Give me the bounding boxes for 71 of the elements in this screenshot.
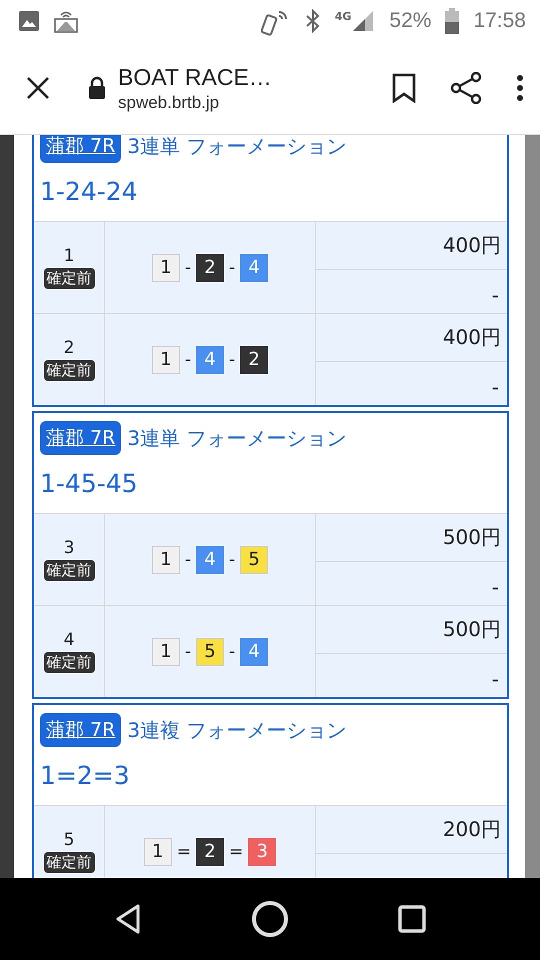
status-badge: 確定前 xyxy=(44,852,94,873)
bluetooth-icon xyxy=(304,9,321,33)
boat-number: 4 xyxy=(196,346,224,374)
boat-number: 5 xyxy=(196,638,224,666)
cast-icon xyxy=(54,9,78,33)
payout: - xyxy=(492,283,499,307)
close-icon[interactable] xyxy=(26,76,50,100)
separator: - xyxy=(229,350,236,370)
status-badge: 確定前 xyxy=(44,360,94,381)
boat-number: 5 xyxy=(240,546,268,574)
bet-amount: 400円 xyxy=(442,324,501,351)
separator: = xyxy=(229,842,244,862)
separator: - xyxy=(229,258,236,278)
bet-combination: 1=2=3 xyxy=(40,761,131,790)
separator: - xyxy=(184,642,191,662)
boat-number: 2 xyxy=(196,254,224,282)
boat-number: 2 xyxy=(240,346,268,374)
boat-number: 1 xyxy=(152,254,180,282)
recents-icon[interactable] xyxy=(398,905,426,933)
image-icon xyxy=(18,10,40,32)
bet-combination: 1-24-24 xyxy=(40,177,139,206)
battery-icon xyxy=(445,8,460,34)
home-icon[interactable] xyxy=(250,900,289,938)
row-number: 2 xyxy=(64,338,74,358)
boat-number: 3 xyxy=(248,838,276,866)
bet-amount: 200円 xyxy=(442,816,501,843)
separator: = xyxy=(176,842,191,862)
page-title: BOAT RACE… xyxy=(118,64,273,90)
separator: - xyxy=(229,642,236,662)
separator: - xyxy=(184,350,191,370)
network-label: 4G xyxy=(334,10,352,23)
bet-combination: 1-45-45 xyxy=(40,469,139,498)
payout: - xyxy=(492,667,499,691)
race-link[interactable]: 蒲郡 7R xyxy=(40,421,122,455)
boat-number: 4 xyxy=(196,546,224,574)
boat-number: 1 xyxy=(152,346,180,374)
lock-icon xyxy=(88,76,106,100)
status-badge: 確定前 xyxy=(44,560,94,581)
bet-amount: 500円 xyxy=(442,616,501,643)
row-number: 3 xyxy=(64,538,74,558)
clock: 17:58 xyxy=(473,9,526,33)
boat-number: 1 xyxy=(152,638,180,666)
page-url: spweb.brtb.jp xyxy=(118,92,220,112)
boat-number: 2 xyxy=(196,838,224,866)
share-icon[interactable] xyxy=(450,72,482,104)
bookmark-icon[interactable] xyxy=(392,73,416,103)
boat-number: 1 xyxy=(152,546,180,574)
race-link[interactable]: 蒲郡 7R xyxy=(40,135,122,163)
payout: - xyxy=(492,375,499,399)
separator: - xyxy=(229,550,236,570)
bet-type: 3連単 フォーメーション xyxy=(127,135,346,160)
bet-type: 3連複 フォーメーション xyxy=(127,716,346,744)
menu-icon[interactable] xyxy=(516,74,524,102)
row-number: 1 xyxy=(64,246,74,266)
row-number: 4 xyxy=(64,630,74,650)
separator: - xyxy=(184,258,191,278)
bet-type: 3連単 フォーメーション xyxy=(127,424,346,452)
separator: - xyxy=(184,550,191,570)
status-badge: 確定前 xyxy=(44,652,94,673)
row-number: 5 xyxy=(64,830,74,850)
boat-number: 4 xyxy=(240,254,268,282)
bet-amount: 500円 xyxy=(442,524,501,551)
back-icon[interactable] xyxy=(114,903,142,935)
bet-amount: 400円 xyxy=(442,232,501,259)
race-link[interactable]: 蒲郡 7R xyxy=(40,713,122,747)
boat-number: 1 xyxy=(144,838,172,866)
battery-percent: 52% xyxy=(389,9,432,33)
boat-number: 4 xyxy=(240,638,268,666)
payout: - xyxy=(492,575,499,599)
status-badge: 確定前 xyxy=(44,268,94,289)
signal-icon xyxy=(351,10,376,32)
